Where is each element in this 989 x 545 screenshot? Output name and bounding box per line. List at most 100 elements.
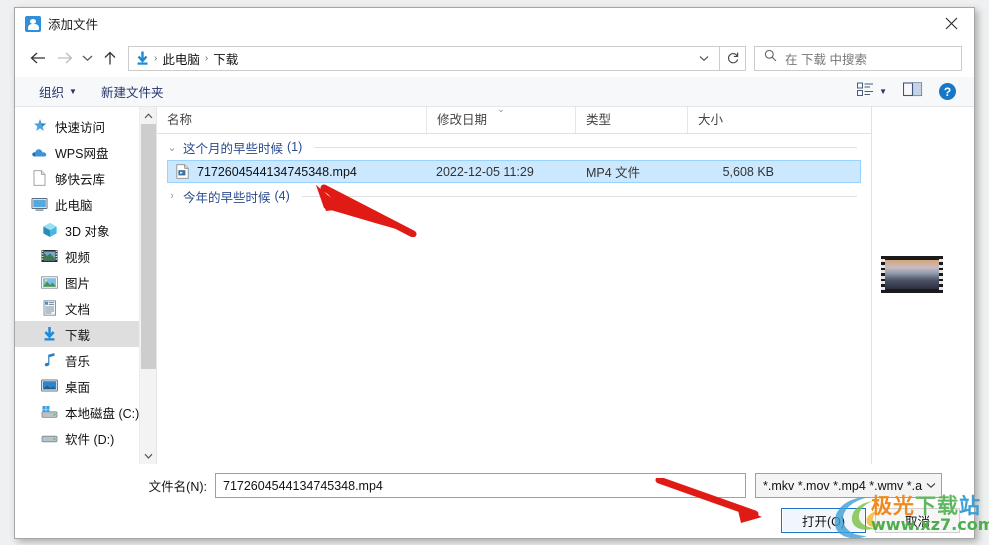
navigation-sidebar: 快速访问 WPS网盘够快云库此电脑 3D 对象视频图片文档下载 音乐桌面本地磁盘 (C… [15,107,156,464]
preview-pane [871,107,974,464]
local-disk-d-icon [41,430,58,447]
file-type-filter-select[interactable]: *.mkv *.mov *.mp4 *.wmv *.a [755,473,942,498]
column-headers: 名称 ⌄ 修改日期 类型 大小 [157,107,871,134]
file-group-count: (1) [287,140,303,154]
sidebar-item-label: 够快云库 [55,172,106,187]
new-folder-button[interactable]: 新建文件夹 [101,82,164,101]
filename-label: 文件名(N): [148,480,207,494]
filename-input[interactable]: 7172604544134745348.mp4 [215,473,746,498]
sidebar-item-3[interactable]: 此电脑 [15,191,156,217]
sidebar-item-label: 快速访问 [55,120,106,135]
cloud-icon [31,144,48,161]
chevron-down-icon: ▼ [879,87,887,96]
sidebar-item-10[interactable]: 桌面 [15,373,156,399]
scroll-up-icon[interactable] [140,107,156,124]
column-header-size[interactable]: 大小 [687,107,766,133]
cancel-button[interactable]: 取消 [875,508,960,533]
mp4-file-icon [176,163,190,180]
add-file-icon [25,15,41,32]
sidebar-item-6[interactable]: 图片 [15,269,156,295]
breadcrumb-item-0[interactable]: 此电脑 [158,49,204,68]
preview-pane-button[interactable] [902,81,923,102]
video-thumbnail [881,256,943,293]
file-group-label: 这个月的早些时候 [183,141,284,156]
column-header-name[interactable]: 名称 [157,107,426,133]
back-arrow-icon[interactable] [25,45,51,71]
this-pc-icon [31,196,48,213]
downloads-icon [41,326,58,343]
group-divider [314,146,857,148]
view-options-button[interactable]: ▼ [857,82,887,102]
file-name-cell: 7172604544134745348.mp4 [168,163,436,180]
file-size-cell: 5,608 KB [722,164,774,179]
chevron-down-icon [922,481,936,491]
search-placeholder: 在 下载 中搜索 [785,52,867,67]
up-arrow-icon[interactable] [97,45,123,71]
table-row[interactable]: 7172604544134745348.mp4 2022-12-05 11:29 M… [167,160,861,183]
sidebar-item-5[interactable]: 视频 [15,243,156,269]
sidebar-item-4[interactable]: 3D 对象 [15,217,156,243]
search-input[interactable]: 在 下载 中搜索 [754,45,962,71]
scroll-down-icon[interactable] [140,447,156,464]
file-list: 名称 ⌄ 修改日期 类型 大小 ⌄ 这个月的早些时候 (1) 717260454413… [156,107,871,464]
chevron-down-icon[interactable]: ⌄ [165,141,179,154]
local-disk-c-icon [41,404,58,421]
downloads-folder-icon [134,50,151,67]
sidebar-item-label: 此电脑 [55,198,93,213]
address-dropdown-caret-icon[interactable] [693,55,715,62]
dialog-body: 快速访问 WPS网盘够快云库此电脑 3D 对象视频图片文档下载 音乐桌面本地磁盘 (C… [15,107,974,464]
file-date-cell: 2022-12-05 11:29 [436,164,534,179]
sort-indicator-icon: ⌄ [497,107,505,114]
button-row: 打开(O) 取消 [781,508,960,533]
sidebar-item-11[interactable]: 本地磁盘 (C:) [15,399,156,425]
navigation-bar: › 此电脑 › 下载 在 下载 中搜索 [15,39,974,77]
film-perforations-left [881,256,885,293]
chevron-right-icon[interactable]: › [165,190,179,202]
organize-button[interactable]: 组织 ▼ [39,82,77,101]
document-icon [31,170,48,187]
group-divider [301,195,857,197]
sidebar-item-label: 3D 对象 [65,224,110,239]
close-icon[interactable] [928,8,974,39]
refresh-icon[interactable] [720,45,746,71]
sidebar-item-8[interactable]: 下载 [15,321,156,347]
sidebar-item-label: 视频 [65,250,91,265]
column-header-type[interactable]: 类型 [575,107,687,133]
help-icon[interactable]: ? [939,83,956,100]
address-bar[interactable]: › 此电脑 › 下载 [128,45,720,71]
search-icon [764,49,777,67]
sidebar-item-9[interactable]: 音乐 [15,347,156,373]
sidebar-scrollbar[interactable] [139,107,156,464]
command-bar: 组织 ▼ 新建文件夹 ▼ ? [15,77,974,107]
breadcrumb-item-1[interactable]: 下载 [209,49,242,68]
sidebar-item-0[interactable]: 快速访问 [15,113,156,139]
sidebar-item-label: 桌面 [65,380,91,395]
videos-icon [41,248,58,265]
thumbnail-image [885,260,939,289]
add-file-dialog: 添加文件 › 此电脑 › 下载 在 下载 中搜索 组织 ▼ 新建文件夹 ▼ ? … [14,7,975,539]
file-group-label: 今年的早些时候 [183,190,271,205]
sidebar-item-1[interactable]: WPS网盘 [15,139,156,165]
dialog-footer: 文件名(N): 7172604544134745348.mp4 *.mkv *.… [15,464,974,538]
sidebar-item-7[interactable]: 文档 [15,295,156,321]
sidebar-item-12[interactable]: 软件 (D:) [15,425,156,451]
new-folder-label: 新建文件夹 [100,86,164,100]
sidebar-item-label: 文档 [65,302,91,317]
scrollbar-thumb[interactable] [141,124,156,369]
title-bar: 添加文件 [15,8,974,39]
pictures-icon [41,274,58,291]
file-type-cell: MP4 文件 [586,166,641,180]
column-header-date[interactable]: ⌄ 修改日期 [426,107,575,133]
sidebar-item-label: 本地磁盘 (C:) [65,406,140,421]
sidebar-item-label: 软件 (D:) [65,432,115,447]
open-button[interactable]: 打开(O) [781,508,866,533]
sidebar-item-2[interactable]: 够快云库 [15,165,156,191]
file-group-header-1[interactable]: › 今年的早些时候 (4) [157,183,871,209]
column-label: 名称 [167,113,193,127]
file-group-header-0[interactable]: ⌄ 这个月的早些时候 (1) [157,134,871,160]
column-label: 类型 [586,113,612,127]
sidebar-item-label: 图片 [65,276,91,291]
film-perforations-right [939,256,943,293]
command-bar-right: ▼ ? [857,81,964,102]
recent-locations-chevron-icon[interactable] [77,45,97,71]
